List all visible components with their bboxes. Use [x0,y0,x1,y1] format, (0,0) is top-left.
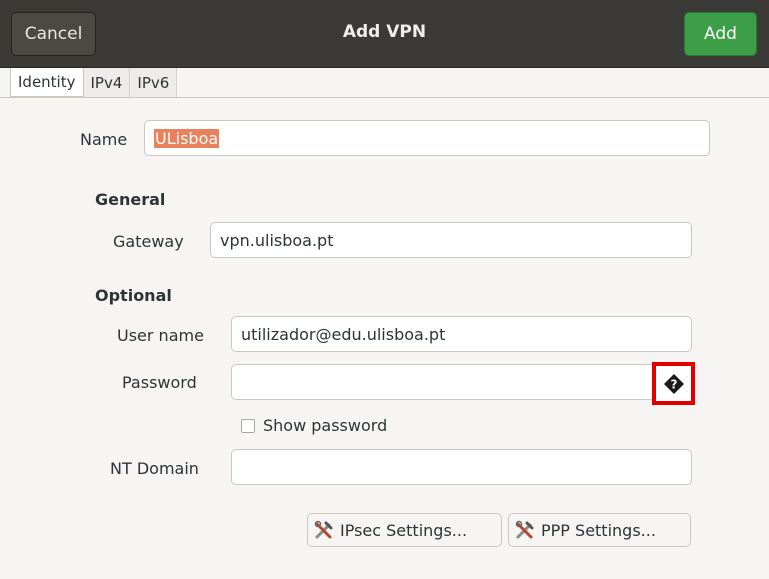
add-button[interactable]: Add [684,12,757,56]
username-value: utilizador@edu.ulisboa.pt [241,324,446,344]
ppp-settings-button[interactable]: PPP Settings... [508,513,691,547]
ipsec-settings-button[interactable]: IPsec Settings... [307,513,502,547]
gateway-value: vpn.ulisboa.pt [220,230,334,250]
optional-section-title: Optional [95,286,172,305]
password-options-icon[interactable]: ? [652,362,695,405]
show-password-label: Show password [263,416,388,435]
name-label: Name [80,130,128,149]
tab-ipv4[interactable]: IPv4 [83,68,131,97]
ipsec-settings-label: IPsec Settings... [340,520,468,540]
name-value: ULisboa [154,128,220,148]
nt-domain-label: NT Domain [110,459,199,478]
tools-icon [314,520,334,540]
gateway-field[interactable]: vpn.ulisboa.pt [210,222,692,258]
password-field[interactable] [231,364,659,400]
nt-domain-field[interactable] [231,449,692,485]
tools-icon [515,520,535,540]
tab-identity[interactable]: Identity [10,68,84,97]
tab-ipv6[interactable]: IPv6 [130,68,178,97]
tab-bar: Identity IPv4 IPv6 [10,68,178,97]
username-field[interactable]: utilizador@edu.ulisboa.pt [231,316,692,352]
username-label: User name [117,326,204,345]
question-diamond-icon: ? [663,373,684,394]
checkbox-box[interactable] [241,418,255,433]
dialog-title: Add VPN [342,22,427,42]
show-password-checkbox[interactable]: Show password [241,416,387,435]
header-bar: Cancel Add VPN Add [0,0,769,68]
password-label: Password [122,373,197,392]
tab-divider [0,97,769,98]
general-section-title: General [95,190,166,209]
gateway-label: Gateway [113,232,184,251]
name-field[interactable]: ULisboa [144,120,710,156]
svg-text:?: ? [670,377,677,391]
ppp-settings-label: PPP Settings... [541,520,656,540]
